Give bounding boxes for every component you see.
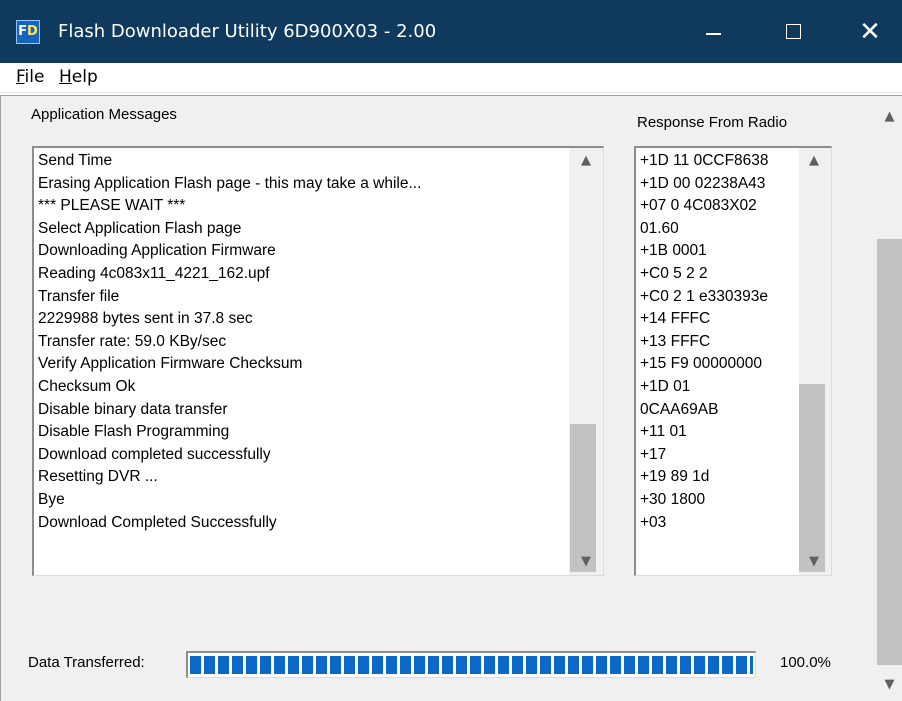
list-item[interactable]: +C0 5 2 2	[640, 263, 797, 286]
progress-fill	[190, 656, 753, 674]
maximize-button[interactable]	[763, 0, 823, 63]
list-item[interactable]: +15 F9 00000000	[640, 353, 797, 376]
list-item[interactable]: *** PLEASE WAIT ***	[38, 195, 567, 218]
response-from-radio-list[interactable]: +1D 11 0CCF8638 +1D 00 02238A43 +07 0 4C08…	[634, 146, 832, 576]
menu-help-label: elp	[71, 67, 98, 87]
list-item[interactable]: Transfer rate: 59.0 KBy/sec	[38, 331, 567, 354]
list-item[interactable]: Select Application Flash page	[38, 218, 567, 241]
menu-file-label: ile	[24, 67, 45, 87]
menu-help-mnemonic: H	[59, 67, 72, 87]
client-area: Application Messages Response From Radio…	[0, 95, 902, 701]
logo-letter-d: D	[27, 24, 38, 39]
list-item[interactable]: +1D 11 0CCF8638	[640, 150, 797, 173]
list-item[interactable]: 01.60	[640, 218, 797, 241]
application-messages-scrollbar[interactable]: ▲ ▼	[569, 148, 603, 575]
list-item[interactable]: Reading 4c083x11_4221_162.upf	[38, 263, 567, 286]
app-logo-icon: FD	[16, 20, 40, 44]
list-item[interactable]: Verify Application Firmware Checksum	[38, 353, 567, 376]
list-item[interactable]: Erasing Application Flash page - this ma…	[38, 173, 567, 196]
maximize-icon	[785, 24, 801, 39]
list-item[interactable]: +C0 2 1 e330393e	[640, 286, 797, 309]
minimize-button[interactable]	[683, 0, 743, 63]
response-from-radio-items: +1D 11 0CCF8638 +1D 00 02238A43 +07 0 4C08…	[640, 150, 797, 534]
scroll-up-icon[interactable]: ▲	[876, 106, 902, 128]
minimize-icon	[705, 32, 721, 35]
list-item[interactable]: Disable Flash Programming	[38, 421, 567, 444]
progress-bar	[186, 651, 756, 678]
response-from-radio-label: Response From Radio	[637, 114, 788, 131]
list-item[interactable]: +1D 01	[640, 376, 797, 399]
response-scrollbar[interactable]: ▲ ▼	[799, 148, 831, 575]
scroll-thumb[interactable]	[877, 239, 902, 665]
list-item[interactable]: +07 0 4C083X02	[640, 195, 797, 218]
close-icon: ✕	[859, 16, 881, 47]
list-item[interactable]: Disable binary data transfer	[38, 399, 567, 422]
title-bar[interactable]: FD Flash Downloader Utility 6D900X03 - 2…	[0, 0, 902, 63]
scroll-up-icon[interactable]: ▲	[569, 150, 603, 172]
list-item[interactable]: +19 89 1d	[640, 466, 797, 489]
close-button[interactable]: ✕	[840, 0, 900, 63]
menu-bar: File Help	[0, 63, 902, 93]
data-transferred-label: Data Transferred:	[28, 654, 145, 671]
list-item[interactable]: +1B 0001	[640, 240, 797, 263]
scroll-down-icon[interactable]: ▼	[799, 551, 829, 573]
scroll-thumb[interactable]	[570, 424, 596, 572]
list-item[interactable]: +03	[640, 512, 797, 535]
list-item[interactable]: Bye	[38, 489, 567, 512]
list-item[interactable]: Resetting DVR ...	[38, 466, 567, 489]
list-item[interactable]: 0CAA69AB	[640, 399, 797, 422]
list-item[interactable]: +11 01	[640, 421, 797, 444]
list-item[interactable]: Checksum Ok	[38, 376, 567, 399]
list-item[interactable]: +13 FFFC	[640, 331, 797, 354]
list-item[interactable]: +14 FFFC	[640, 308, 797, 331]
application-messages-items: Send Time Erasing Application Flash page …	[38, 150, 567, 534]
menu-help[interactable]: Help	[59, 67, 98, 87]
menu-file-mnemonic: F	[16, 67, 25, 87]
scroll-up-icon[interactable]: ▲	[799, 150, 829, 172]
list-item[interactable]: +17	[640, 444, 797, 467]
list-item[interactable]: +1D 00 02238A43	[640, 173, 797, 196]
list-item[interactable]: Send Time	[38, 150, 567, 173]
logo-letter-f: F	[18, 24, 28, 39]
scroll-down-icon[interactable]: ▼	[569, 551, 603, 573]
menu-file[interactable]: File	[16, 67, 44, 87]
list-item[interactable]: Download completed successfully	[38, 444, 567, 467]
list-item[interactable]: 2229988 bytes sent in 37.8 sec	[38, 308, 567, 331]
scroll-down-icon[interactable]: ▼	[876, 674, 902, 696]
list-item[interactable]: Transfer file	[38, 286, 567, 309]
list-item[interactable]: Download Completed Successfully	[38, 512, 567, 535]
scroll-thumb[interactable]	[799, 384, 825, 572]
progress-percent: 100.0%	[780, 654, 831, 671]
window-scrollbar[interactable]: ▲ ▼	[876, 96, 902, 701]
list-item[interactable]: +30 1800	[640, 489, 797, 512]
application-messages-label: Application Messages	[31, 106, 177, 123]
application-messages-list[interactable]: Send Time Erasing Application Flash page …	[32, 146, 604, 576]
window-title: Flash Downloader Utility 6D900X03 - 2.00	[58, 21, 437, 42]
list-item[interactable]: Downloading Application Firmware	[38, 240, 567, 263]
